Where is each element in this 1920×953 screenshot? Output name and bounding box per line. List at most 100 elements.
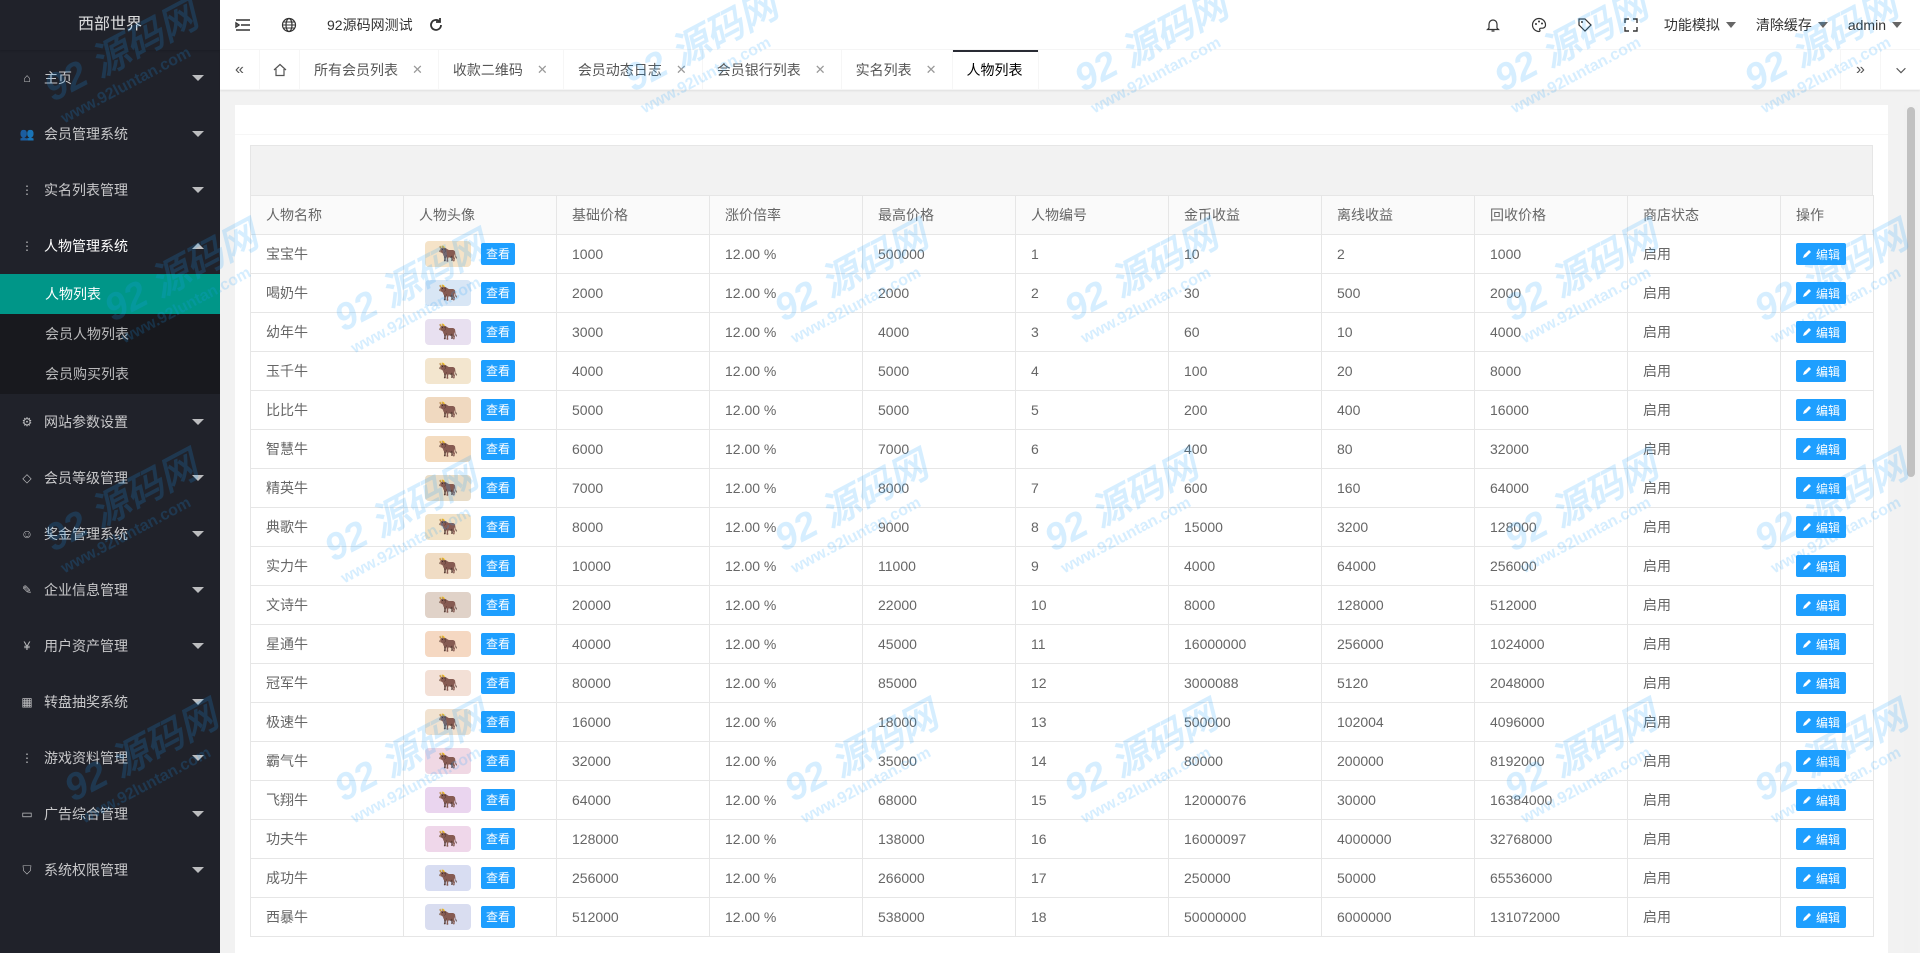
column-header[interactable]: 人物头像 — [403, 195, 557, 235]
sidebar-item-5[interactable]: ◇ 会员等级管理 — [0, 450, 220, 506]
edit-button[interactable]: 编辑 — [1796, 243, 1847, 265]
tabs-scroll-left-button[interactable]: « — [220, 50, 260, 90]
avatar-cell: 🐂 查看 — [403, 702, 557, 742]
view-avatar-button[interactable]: 查看 — [481, 399, 516, 421]
scrollbar-thumb[interactable] — [1907, 107, 1915, 477]
fullscreen-button[interactable] — [1608, 0, 1654, 50]
sidebar-item-12[interactable]: ⛉ 系统权限管理 — [0, 842, 220, 898]
avatar-cell: 🐂 查看 — [403, 585, 557, 625]
edit-button[interactable]: 编辑 — [1796, 360, 1847, 382]
tabs-scroll-right-button[interactable]: » — [1840, 50, 1880, 90]
submenu-item-1[interactable]: 会员人物列表 — [0, 314, 220, 354]
close-icon[interactable]: ✕ — [537, 62, 548, 78]
note-button[interactable] — [1562, 0, 1608, 50]
edit-icon — [1803, 835, 1811, 843]
refresh-button[interactable] — [428, 0, 459, 50]
tab-2[interactable]: 会员动态日志 ✕ — [564, 50, 703, 90]
sidebar-item-9[interactable]: ▦ 转盘抽奖系统 — [0, 674, 220, 730]
clear-cache-menu[interactable]: 清除缓存 — [1746, 15, 1838, 35]
edit-button[interactable]: 编辑 — [1796, 594, 1847, 616]
edit-button[interactable]: 编辑 — [1796, 789, 1847, 811]
submenu-item-0[interactable]: 人物列表 — [0, 274, 220, 314]
user-menu[interactable]: admin — [1838, 17, 1920, 33]
column-header[interactable]: 回收价格 — [1474, 195, 1628, 235]
sidebar-item-6[interactable]: ☺ 奖金管理系统 — [0, 506, 220, 562]
column-header[interactable]: 离线收益 — [1321, 195, 1475, 235]
edit-button[interactable]: 编辑 — [1796, 399, 1847, 421]
edit-button[interactable]: 编辑 — [1796, 555, 1847, 577]
site-name[interactable]: 92源码网测试 — [312, 0, 428, 50]
view-avatar-button[interactable]: 查看 — [481, 360, 516, 382]
view-avatar-button[interactable]: 查看 — [481, 789, 516, 811]
logo[interactable]: 西部世界 — [0, 0, 220, 50]
avatar: 🐂 — [425, 436, 471, 462]
view-avatar-button[interactable]: 查看 — [481, 516, 516, 538]
sidebar-item-11[interactable]: ▭ 广告综合管理 — [0, 786, 220, 842]
column-header[interactable]: 商店状态 — [1627, 195, 1781, 235]
edit-button[interactable]: 编辑 — [1796, 672, 1847, 694]
view-avatar-button[interactable]: 查看 — [481, 477, 516, 499]
close-icon[interactable]: ✕ — [815, 62, 826, 78]
view-avatar-button[interactable]: 查看 — [481, 282, 516, 304]
edit-button[interactable]: 编辑 — [1796, 282, 1847, 304]
edit-button[interactable]: 编辑 — [1796, 516, 1847, 538]
sidebar-item-3[interactable]: ⋮ 人物管理系统 — [0, 218, 220, 274]
submenu-item-2[interactable]: 会员购买列表 — [0, 354, 220, 394]
function-menu[interactable]: 功能模拟 — [1654, 15, 1746, 35]
tabs-more-button[interactable] — [1880, 50, 1920, 90]
notice-button[interactable] — [1470, 0, 1516, 50]
theme-button[interactable] — [1516, 0, 1562, 50]
sidebar-item-10[interactable]: ⋮ 游戏资料管理 — [0, 730, 220, 786]
tab-home[interactable] — [260, 50, 300, 90]
sidebar-item-8[interactable]: ¥ 用户资产管理 — [0, 618, 220, 674]
edit-button[interactable]: 编辑 — [1796, 750, 1847, 772]
sidebar-item-1[interactable]: 👥 会员管理系统 — [0, 106, 220, 162]
edit-button[interactable]: 编辑 — [1796, 633, 1847, 655]
sidebar-item-2[interactable]: ⋮ 实名列表管理 — [0, 162, 220, 218]
column-header[interactable]: 涨价倍率 — [709, 195, 863, 235]
table-row: 霸气牛 🐂 查看 32000 12.00 % 35000 14 80000 200000 8192… — [250, 741, 1874, 781]
view-avatar-button[interactable]: 查看 — [481, 828, 516, 850]
tab-4[interactable]: 实名列表 ✕ — [842, 50, 953, 90]
edit-button[interactable]: 编辑 — [1796, 438, 1847, 460]
column-header[interactable]: 基础价格 — [556, 195, 710, 235]
tab-3[interactable]: 会员银行列表 ✕ — [703, 50, 842, 90]
view-avatar-button[interactable]: 查看 — [481, 438, 516, 460]
char-id: 14 — [1015, 741, 1169, 781]
edit-icon — [1803, 328, 1811, 336]
sidebar-item-7[interactable]: ✎ 企业信息管理 — [0, 562, 220, 618]
close-icon[interactable]: ✕ — [412, 62, 423, 78]
close-icon[interactable]: ✕ — [926, 62, 937, 78]
view-avatar-button[interactable]: 查看 — [481, 711, 516, 733]
view-avatar-button[interactable]: 查看 — [481, 672, 516, 694]
sidebar-item-0[interactable]: ⌂ 主页 — [0, 50, 220, 106]
view-avatar-button[interactable]: 查看 — [481, 633, 516, 655]
close-icon[interactable]: ✕ — [676, 62, 687, 78]
character-name: 霸气牛 — [250, 741, 404, 781]
column-header[interactable]: 金币收益 — [1168, 195, 1322, 235]
view-avatar-button[interactable]: 查看 — [481, 750, 516, 772]
tab-5[interactable]: 人物列表 — [952, 50, 1039, 90]
edit-button[interactable]: 编辑 — [1796, 867, 1847, 889]
menu-toggle-button[interactable] — [220, 0, 266, 50]
edit-button[interactable]: 编辑 — [1796, 711, 1847, 733]
tab-0[interactable]: 所有会员列表 ✕ — [300, 50, 439, 90]
sidebar-item-4[interactable]: ⚙ 网站参数设置 — [0, 394, 220, 450]
website-button[interactable] — [266, 0, 312, 50]
edit-button[interactable]: 编辑 — [1796, 828, 1847, 850]
view-avatar-button[interactable]: 查看 — [481, 321, 516, 343]
column-header[interactable]: 操作 — [1780, 195, 1874, 235]
view-avatar-button[interactable]: 查看 — [481, 906, 516, 928]
edit-button[interactable]: 编辑 — [1796, 321, 1847, 343]
column-header[interactable]: 最高价格 — [862, 195, 1016, 235]
vertical-scrollbar[interactable] — [1904, 105, 1918, 953]
column-header[interactable]: 人物名称 — [250, 195, 404, 235]
edit-button[interactable]: 编辑 — [1796, 906, 1847, 928]
column-header[interactable]: 人物编号 — [1015, 195, 1169, 235]
edit-button[interactable]: 编辑 — [1796, 477, 1847, 499]
view-avatar-button[interactable]: 查看 — [481, 867, 516, 889]
view-avatar-button[interactable]: 查看 — [481, 555, 516, 577]
view-avatar-button[interactable]: 查看 — [481, 243, 516, 265]
view-avatar-button[interactable]: 查看 — [481, 594, 516, 616]
tab-1[interactable]: 收款二维码 ✕ — [439, 50, 564, 90]
